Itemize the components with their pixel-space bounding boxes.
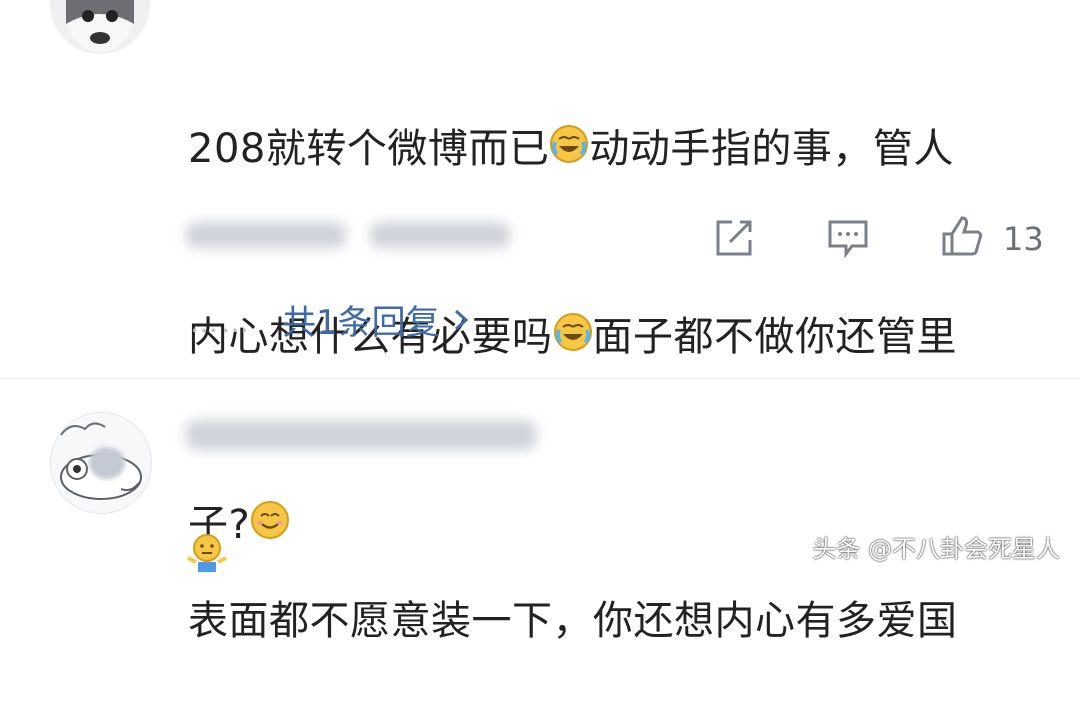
shrug-emoji-icon xyxy=(186,532,228,574)
comment-icon[interactable] xyxy=(826,216,870,260)
blurred-location xyxy=(370,222,510,248)
avatar[interactable] xyxy=(50,0,150,54)
comment-text: 表面都不愿意装一下，你还想内心有多爱国 xyxy=(188,466,958,714)
text-segment: 表面都不愿意装一下，你还想内心有多爱国 xyxy=(188,598,958,644)
view-replies-link[interactable]: 共1条回复 xyxy=(282,295,474,344)
comment-divider xyxy=(0,378,1080,379)
text-segment: 动动手指的事，管人 xyxy=(589,126,954,172)
reply-link-label: 共1条回复 xyxy=(282,303,440,343)
avatar[interactable] xyxy=(50,412,152,514)
blurred-timestamp xyxy=(186,222,346,248)
like-icon[interactable] xyxy=(938,212,983,256)
comment-line: 表面都不愿意装一下，你还想内心有多爱国 xyxy=(188,590,958,652)
text-segment: 面子都不做你还管里 xyxy=(592,314,957,360)
blurred-username xyxy=(186,420,536,450)
comment-line: 208就转个微博而已 动动手指的事，管人 xyxy=(188,118,957,182)
share-icon[interactable] xyxy=(712,216,756,260)
husky-avatar-image xyxy=(50,0,150,54)
like-count: 13 xyxy=(1003,220,1044,258)
seal-avatar-image xyxy=(51,413,151,513)
laugh-cry-emoji-icon xyxy=(549,120,589,182)
laugh-cry-emoji-icon xyxy=(553,308,593,370)
text-segment: 208就转个微博而已 xyxy=(188,126,550,172)
chevron-right-icon xyxy=(454,309,468,330)
thread-dots: …… xyxy=(190,306,252,339)
watermark: 头条 @不八卦会死星人 xyxy=(812,535,1060,563)
